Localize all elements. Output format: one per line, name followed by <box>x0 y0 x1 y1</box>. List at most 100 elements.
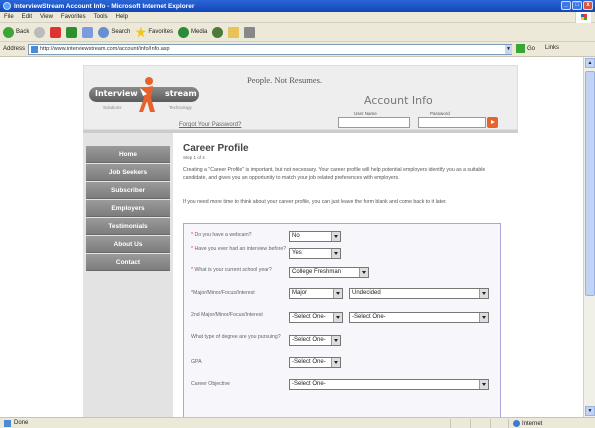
address-bar: Address http://www.interviewstream.com/a… <box>0 42 595 57</box>
history-button[interactable] <box>212 26 224 38</box>
nav-contact[interactable]: Contact <box>86 254 170 271</box>
scroll-down-button[interactable]: ▼ <box>585 406 595 416</box>
print-button[interactable] <box>244 26 256 38</box>
chevron-down-icon <box>331 232 340 241</box>
history-icon <box>212 26 224 38</box>
nav-employers[interactable]: Employers <box>86 200 170 217</box>
menu-view[interactable]: View <box>40 14 53 20</box>
go-arrow-icon <box>516 44 525 53</box>
sidebar: Home Job Seekers Subscriber Employers Te… <box>83 133 173 417</box>
major-value-select[interactable]: Undecided <box>349 288 489 299</box>
home-button[interactable] <box>82 26 94 38</box>
page-icon <box>31 46 38 53</box>
address-input[interactable]: http://www.interviewstream.com/account/i… <box>28 44 512 55</box>
career-profile-form: * Do you have a webcam? No * Have you ev… <box>183 223 501 417</box>
interview-select[interactable]: Yes <box>289 248 341 259</box>
media-icon <box>178 26 190 38</box>
major-label: *Major/Minor/Focus/Interest <box>191 290 255 296</box>
refresh-icon <box>66 26 78 38</box>
menu-favorites[interactable]: Favorites <box>61 14 86 20</box>
forgot-password-link[interactable]: Forgot Your Password? <box>179 122 241 128</box>
page-done-icon <box>4 419 11 427</box>
mail-button[interactable] <box>228 26 240 38</box>
site-container: Interview stream Solutions Technology Pe… <box>83 65 518 417</box>
page-title: Account Info <box>364 94 433 107</box>
back-button[interactable]: Back <box>3 26 29 38</box>
gpa-select[interactable]: -Select One- <box>289 357 341 368</box>
chevron-down-icon <box>479 313 488 322</box>
nav-subscriber[interactable]: Subscriber <box>86 182 170 199</box>
degree-select[interactable]: -Select One- <box>289 335 341 346</box>
go-button[interactable]: Go <box>516 44 535 53</box>
internet-zone-icon <box>513 420 520 427</box>
nav-job-seekers[interactable]: Job Seekers <box>86 164 170 181</box>
stop-button[interactable] <box>50 26 62 38</box>
scroll-up-button[interactable]: ▲ <box>585 58 595 68</box>
note-paragraph: If you need more time to think about you… <box>183 199 447 205</box>
section-title: Career Profile <box>183 143 249 154</box>
search-button[interactable]: Search <box>98 26 130 38</box>
close-button[interactable]: x <box>583 1 593 10</box>
menu-file[interactable]: File <box>4 14 14 20</box>
nav-home[interactable]: Home <box>86 146 170 163</box>
menu-tools[interactable]: Tools <box>94 14 108 20</box>
forward-button[interactable] <box>34 26 46 38</box>
username-input[interactable] <box>338 117 410 128</box>
logo-subtitle-left: Solutions <box>103 105 122 110</box>
nav-about-us[interactable]: About Us <box>86 236 170 253</box>
media-button[interactable]: Media <box>178 26 207 38</box>
menu-help[interactable]: Help <box>116 14 128 20</box>
internet-explorer-icon <box>3 2 11 10</box>
password-label: Password <box>430 111 450 116</box>
site-header: Interview stream Solutions Technology Pe… <box>83 65 518 130</box>
status-text: Done <box>14 420 29 426</box>
password-input[interactable] <box>418 117 486 128</box>
vertical-scrollbar[interactable]: ▲ ▼ <box>583 57 595 417</box>
security-zone: Internet <box>508 419 542 428</box>
browser-toolbar: Back Search Favorites Media <box>0 23 595 42</box>
chevron-down-icon <box>333 289 342 298</box>
logo-text-left: Interview <box>95 89 138 98</box>
step-indicator: Step 1 of 4 <box>183 155 205 160</box>
address-dropdown-button[interactable]: ▼ <box>505 45 512 54</box>
second-major-value-select[interactable]: -Select One- <box>349 312 489 323</box>
second-major-label: 2nd Major/Minor/Focus/Interest <box>191 312 263 318</box>
login-go-button[interactable] <box>487 117 498 128</box>
menu-bar: File Edit View Favorites Tools Help <box>0 12 595 23</box>
gpa-label: GPA <box>191 359 202 365</box>
scroll-thumb[interactable] <box>585 71 595 296</box>
window-title: InterviewStream Account Info - Microsoft… <box>14 2 195 10</box>
menu-edit[interactable]: Edit <box>22 14 32 20</box>
chevron-down-icon <box>333 313 342 322</box>
search-icon <box>98 26 110 38</box>
chevron-down-icon <box>331 358 340 367</box>
address-label: Address <box>3 46 26 52</box>
favorites-button[interactable]: Favorites <box>135 26 173 38</box>
status-bar: Done Internet <box>0 417 595 428</box>
site-logo[interactable]: Interview stream Solutions Technology <box>89 77 199 116</box>
webcam-select[interactable]: No <box>289 231 341 242</box>
webcam-label: * Do you have a webcam? <box>191 232 252 238</box>
logo-subtitle-right: Technology <box>169 105 192 110</box>
links-button[interactable]: Links <box>545 45 559 51</box>
forward-arrow-icon <box>34 26 46 38</box>
major-type-select[interactable]: Major <box>289 288 343 299</box>
school-year-select[interactable]: College Freshman <box>289 267 369 278</box>
username-label: User Name <box>354 111 377 116</box>
page-viewport: Interview stream Solutions Technology Pe… <box>0 57 583 417</box>
minimize-button[interactable]: _ <box>561 1 571 10</box>
back-arrow-icon <box>3 26 14 38</box>
windows-logo-icon <box>575 12 591 23</box>
nav-testimonials[interactable]: Testimonials <box>86 218 170 235</box>
school-year-label: * What is your current school year? <box>191 267 272 273</box>
window-titlebar: InterviewStream Account Info - Microsoft… <box>0 0 595 12</box>
refresh-button[interactable] <box>66 26 78 38</box>
favorites-star-icon <box>135 26 147 38</box>
career-objective-select[interactable]: -Select One- <box>289 379 489 390</box>
chevron-down-icon <box>331 249 340 258</box>
second-major-type-select[interactable]: -Select One- <box>289 312 343 323</box>
print-icon <box>244 26 256 38</box>
mail-icon <box>228 26 240 38</box>
maximize-button[interactable]: □ <box>572 1 582 10</box>
interview-label: * Have you ever had an interview before? <box>191 246 287 252</box>
